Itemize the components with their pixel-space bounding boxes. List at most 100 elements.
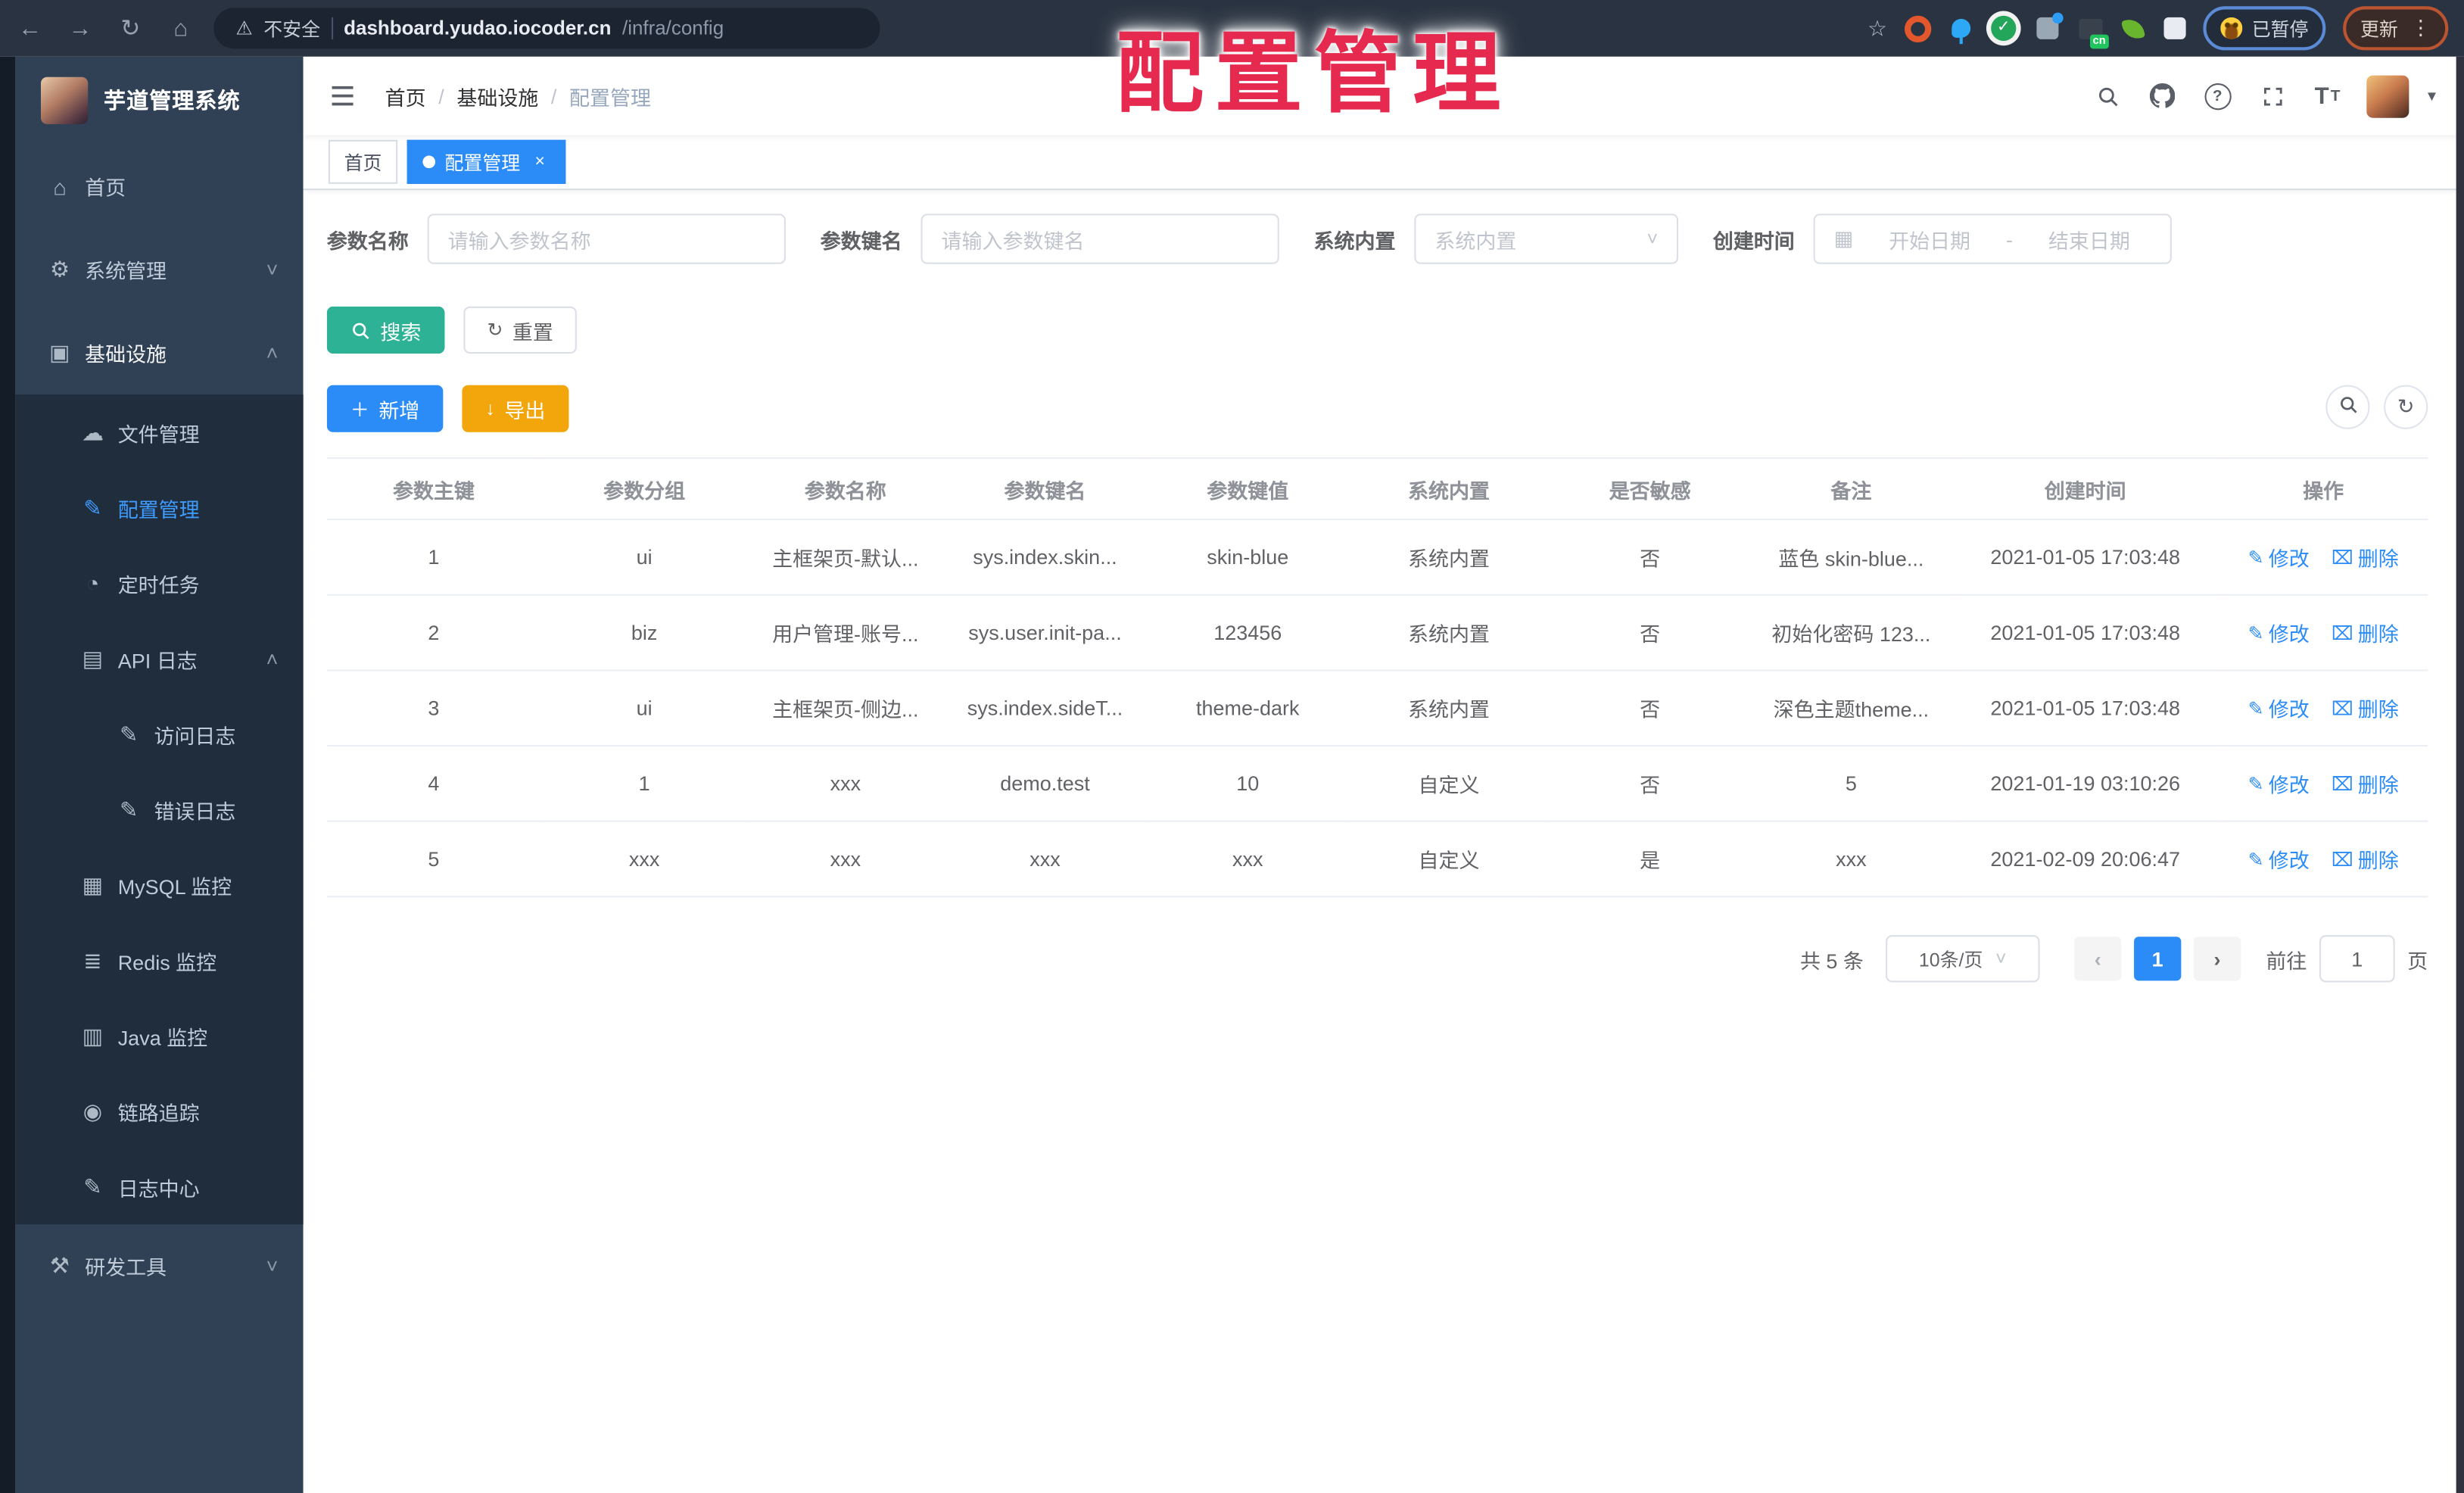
- green-leaf-extension-icon[interactable]: [2120, 16, 2145, 41]
- edit-link[interactable]: ✎ 修改: [2248, 768, 2310, 798]
- security-label: 不安全: [263, 17, 321, 40]
- table-cell: xxx: [748, 821, 943, 898]
- app-logo[interactable]: 芋道管理系统: [16, 57, 304, 145]
- edit-link[interactable]: ✎ 修改: [2248, 542, 2310, 572]
- sidebar-item-研发工具[interactable]: ⚒ 研发工具 ˅: [16, 1224, 304, 1308]
- help-icon[interactable]: ?: [2204, 82, 2232, 110]
- address-bar[interactable]: ⚠ 不安全 dashboard.yudao.iocoder.cn/infra/c…: [213, 8, 880, 49]
- export-button[interactable]: ↓ 导出: [462, 385, 569, 432]
- breadcrumb-item-基础设施[interactable]: 基础设施: [456, 81, 538, 111]
- blue-pin-extension-icon[interactable]: [1952, 18, 1971, 45]
- close-tab-icon[interactable]: ×: [530, 151, 550, 172]
- column-header-参数主键: 参数主键: [326, 457, 541, 521]
- param-key-input[interactable]: 请输入参数键名: [920, 214, 1279, 264]
- table-row: 2 biz 用户管理-账号... sys.user.init-pa... 123456 系…: [326, 594, 2428, 672]
- refresh-button[interactable]: ↻: [2384, 385, 2428, 429]
- back-icon[interactable]: ←: [16, 15, 44, 42]
- table-cell: xxx: [1750, 821, 1952, 898]
- paused-label: 已暂停: [2251, 17, 2309, 40]
- search-button[interactable]: 搜索: [326, 306, 445, 354]
- breadcrumb-item-首页[interactable]: 首页: [385, 81, 426, 111]
- home-icon[interactable]: ⌂: [167, 15, 195, 42]
- sidebar-item-访问日志[interactable]: ✎ 访问日志: [15, 696, 304, 772]
- sidebar-item-文件管理[interactable]: ☁ 文件管理: [15, 394, 304, 470]
- pagination: 共 5 条 10条/页 ˅ ‹ 1 › 前往 页: [327, 935, 2441, 983]
- table-cell: 4: [326, 746, 541, 822]
- sidebar-item-Redis 监控[interactable]: ≣ Redis 监控: [15, 922, 304, 999]
- sidebar-item-系统管理[interactable]: ⚙ 系统管理 ˅: [16, 228, 304, 311]
- edit-link[interactable]: ✎ 修改: [2248, 844, 2310, 874]
- kebab-menu-icon[interactable]: ⋮: [2410, 16, 2431, 41]
- caret-down-icon[interactable]: ▼: [2425, 88, 2439, 104]
- green-check-extension-icon[interactable]: [1991, 15, 2017, 41]
- table-cell: ui: [540, 519, 749, 596]
- date-range-picker[interactable]: ▦ 开始日期 - 结束日期: [1813, 214, 2173, 264]
- vertical-scrollbar[interactable]: [2456, 56, 2464, 1493]
- table-cell: 初始化密码 123...: [1750, 594, 1952, 672]
- forward-icon[interactable]: →: [66, 15, 94, 42]
- trash-icon: ⌧: [2331, 847, 2353, 871]
- fullscreen-icon[interactable]: [2258, 82, 2286, 110]
- column-header-参数名称: 参数名称: [748, 457, 943, 521]
- search-toggle-button[interactable]: [2325, 385, 2370, 429]
- trash-icon: ⌧: [2331, 772, 2353, 795]
- sidebar-item-首页[interactable]: ⌂ 首页: [16, 145, 304, 228]
- bookmark-star-icon[interactable]: ☆: [1867, 15, 1887, 42]
- sidebar-item-基础设施[interactable]: ▣ 基础设施 ˄: [16, 311, 304, 394]
- table-cell: 否: [1549, 519, 1751, 596]
- reset-button[interactable]: ↻ 重置: [463, 306, 578, 354]
- browser-update-button[interactable]: 更新 ⋮: [2343, 6, 2449, 51]
- table-cell: 系统内置: [1348, 670, 1550, 747]
- url-divider: [331, 17, 333, 39]
- add-button[interactable]: ＋ 新增: [326, 385, 444, 432]
- table-cell: 1: [326, 519, 541, 596]
- search-icon[interactable]: [2093, 82, 2121, 110]
- page-number-1[interactable]: 1: [2134, 937, 2182, 981]
- sidebar-item-配置管理[interactable]: ✎ 配置管理: [15, 469, 304, 546]
- table-cell: 否: [1549, 670, 1751, 747]
- edit-link[interactable]: ✎ 修改: [2248, 693, 2310, 722]
- breadcrumb-separator: /: [550, 84, 557, 108]
- sidebar-item-MySQL 监控[interactable]: ▦ MySQL 监控: [15, 846, 304, 923]
- sidebar-item-定时任务[interactable]: ◔ 定时任务: [15, 545, 304, 621]
- puzzle-extensions-icon[interactable]: [2163, 17, 2186, 39]
- table-cell: 蓝色 skin-blue...: [1750, 519, 1952, 596]
- sidebar-item-Java 监控[interactable]: ▥ Java 监控: [15, 998, 304, 1074]
- page-size-select[interactable]: 10条/页 ˅: [1886, 935, 2040, 983]
- table-cell: 主框架页-默认...: [748, 519, 943, 596]
- font-size-icon[interactable]: TT: [2313, 82, 2341, 110]
- delete-link[interactable]: ⌧ 删除: [2332, 542, 2399, 572]
- column-header-创建时间: 创建时间: [1952, 457, 2219, 521]
- table-cell: 2: [326, 594, 541, 672]
- sidebar-item-链路追踪[interactable]: ◉ 链路追踪: [15, 1073, 304, 1149]
- breadcrumb-item-配置管理: 配置管理: [569, 86, 652, 110]
- cn-badge-extension-icon[interactable]: cn: [2079, 17, 2109, 48]
- github-icon[interactable]: [2148, 82, 2176, 110]
- tab-配置管理[interactable]: 配置管理 ×: [407, 139, 566, 184]
- param-name-input[interactable]: 请输入参数名称: [427, 214, 786, 264]
- orange-ring-extension-icon[interactable]: [1904, 14, 1932, 42]
- user-avatar[interactable]: [2366, 74, 2409, 117]
- toolbox-icon: ⚒: [49, 1252, 70, 1278]
- sidebar-item-API 日志[interactable]: ▤ API 日志 ˄: [15, 620, 304, 697]
- sidebar-item-错误日志[interactable]: ✎ 错误日志: [15, 771, 304, 847]
- log-icon: ▤: [82, 645, 104, 671]
- sidebar-item-日志中心[interactable]: ✎ 日志中心: [15, 1149, 304, 1225]
- prev-page-button[interactable]: ‹: [2074, 937, 2122, 981]
- paused-extension-badge[interactable]: 已暂停: [2203, 6, 2326, 51]
- reload-icon[interactable]: ↻: [117, 14, 145, 42]
- sidebar-toggle-icon[interactable]: [329, 80, 360, 112]
- gray-blue-extension-icon[interactable]: [2036, 12, 2064, 39]
- delete-link[interactable]: ⌧ 删除: [2332, 844, 2399, 874]
- edit-link[interactable]: ✎ 修改: [2248, 618, 2310, 647]
- table-cell: xxx: [540, 821, 749, 898]
- table-cell: 系统内置: [1348, 594, 1550, 672]
- delete-link[interactable]: ⌧ 删除: [2332, 693, 2399, 722]
- url-host: dashboard.yudao.iocoder.cn: [344, 17, 612, 39]
- goto-page-input[interactable]: [2319, 935, 2395, 983]
- tab-首页[interactable]: 首页: [328, 139, 398, 184]
- delete-link[interactable]: ⌧ 删除: [2332, 768, 2399, 798]
- next-page-button[interactable]: ›: [2193, 937, 2241, 981]
- system-builtin-select[interactable]: 系统内置 ˅: [1414, 214, 1679, 264]
- delete-link[interactable]: ⌧ 删除: [2332, 618, 2399, 647]
